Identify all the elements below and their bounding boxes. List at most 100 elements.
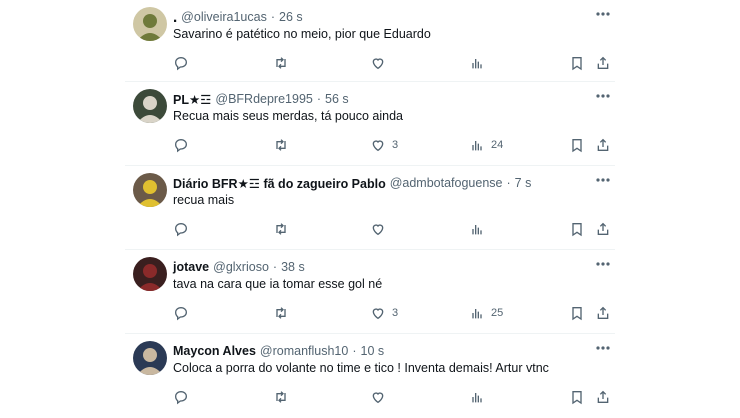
views-button[interactable]	[469, 53, 491, 73]
bookmark-icon	[572, 139, 582, 153]
like-icon	[372, 392, 384, 404]
action-bar	[173, 219, 615, 239]
retweet-button[interactable]	[273, 387, 289, 407]
views-count: 24	[491, 139, 504, 151]
avatar-image	[133, 89, 167, 123]
share-button[interactable]	[595, 303, 611, 323]
tweet-header: PL★☲ @BFRdepre1995 · 56 s	[173, 90, 585, 108]
bookmark-icon	[572, 391, 582, 405]
tweet-header: Maycon Alves @romanflush10 · 10 s	[173, 342, 585, 360]
avatar[interactable]	[133, 257, 167, 291]
bookmark-icon	[572, 223, 582, 237]
avatar-image	[133, 257, 167, 291]
like-button[interactable]	[370, 387, 392, 407]
timestamp[interactable]: 38 s	[281, 260, 305, 274]
retweet-button[interactable]	[273, 53, 289, 73]
bookmark-button[interactable]	[569, 303, 585, 323]
like-count: 3	[392, 307, 399, 319]
views-icon	[472, 59, 482, 69]
handle[interactable]: @romanflush10	[260, 344, 348, 358]
more-options-button[interactable]	[593, 6, 613, 22]
views-button[interactable]	[469, 219, 491, 239]
share-icon	[597, 222, 609, 235]
action-bar	[173, 387, 615, 407]
views-button[interactable]: 25	[469, 303, 503, 323]
display-name[interactable]: jotave	[173, 260, 209, 274]
reply-button[interactable]	[173, 53, 189, 73]
like-button[interactable]: 3	[370, 303, 398, 323]
retweet-icon	[276, 391, 286, 403]
like-icon	[372, 140, 384, 152]
reply-button[interactable]	[173, 135, 189, 155]
views-icon	[472, 225, 482, 235]
timestamp[interactable]: 26 s	[279, 10, 303, 24]
like-icon	[372, 58, 384, 70]
avatar[interactable]	[133, 173, 167, 207]
bookmark-button[interactable]	[569, 53, 585, 73]
display-name[interactable]: Diário BFR★☲ fã do zagueiro Pablo	[173, 176, 386, 191]
more-icon	[596, 262, 610, 266]
tweet[interactable]: jotave @glxrioso · 38 s tava na cara que…	[125, 250, 615, 334]
handle[interactable]: @BFRdepre1995	[215, 92, 312, 106]
like-button[interactable]	[370, 53, 392, 73]
separator-dot: ·	[270, 10, 275, 24]
reply-button[interactable]	[173, 303, 189, 323]
avatar[interactable]	[133, 341, 167, 375]
avatar[interactable]	[133, 7, 167, 41]
display-name[interactable]: PL★☲	[173, 92, 211, 107]
more-options-button[interactable]	[593, 256, 613, 272]
separator-dot: ·	[506, 176, 511, 190]
more-options-button[interactable]	[593, 340, 613, 356]
avatar-image	[133, 341, 167, 375]
like-button[interactable]	[370, 219, 392, 239]
tweet-header: ․ @oliveira1ucas · 26 s	[173, 8, 585, 26]
views-icon	[472, 141, 482, 151]
bookmark-button[interactable]	[569, 135, 585, 155]
views-button[interactable]	[469, 387, 491, 407]
handle[interactable]: @glxrioso	[213, 260, 269, 274]
share-button[interactable]	[595, 219, 611, 239]
more-options-button[interactable]	[593, 172, 613, 188]
timestamp[interactable]: 10 s	[361, 344, 385, 358]
bookmark-icon	[572, 57, 582, 71]
like-count: 3	[392, 139, 399, 151]
tweet-header: Diário BFR★☲ fã do zagueiro Pablo @admbo…	[173, 174, 585, 192]
share-button[interactable]	[595, 53, 611, 73]
reply-button[interactable]	[173, 387, 189, 407]
tweet[interactable]: Diário BFR★☲ fã do zagueiro Pablo @admbo…	[125, 166, 615, 250]
more-options-button[interactable]	[593, 88, 613, 104]
retweet-button[interactable]	[273, 219, 289, 239]
share-button[interactable]	[595, 387, 611, 407]
display-name[interactable]: Maycon Alves	[173, 344, 256, 358]
timestamp[interactable]: 7 s	[515, 176, 532, 190]
share-button[interactable]	[595, 135, 611, 155]
like-button[interactable]: 3	[370, 135, 398, 155]
avatar[interactable]	[133, 89, 167, 123]
tweet[interactable]: PL★☲ @BFRdepre1995 · 56 s Recua mais seu…	[125, 82, 615, 166]
timestamp[interactable]: 56 s	[325, 92, 349, 106]
tweet[interactable]: ․ @oliveira1ucas · 26 s Savarino é patét…	[125, 0, 615, 84]
share-icon	[597, 138, 609, 151]
handle[interactable]: @oliveira1ucas	[181, 10, 267, 24]
views-button[interactable]: 24	[469, 135, 503, 155]
action-bar: 3 24	[173, 135, 615, 155]
views-icon	[472, 393, 482, 403]
views-count: 25	[491, 307, 504, 319]
display-name[interactable]: ․	[173, 10, 177, 25]
retweet-button[interactable]	[273, 303, 289, 323]
bookmark-icon	[572, 307, 582, 321]
retweet-button[interactable]	[273, 135, 289, 155]
bookmark-button[interactable]	[569, 219, 585, 239]
more-icon	[596, 346, 610, 350]
handle[interactable]: @admbotafoguense	[390, 176, 503, 190]
tweet-text: Coloca a porra do volante no time e tico…	[173, 361, 549, 375]
reply-icon	[174, 306, 188, 321]
avatar-image	[133, 7, 167, 41]
retweet-icon	[276, 307, 286, 319]
bookmark-button[interactable]	[569, 387, 585, 407]
tweet[interactable]: Maycon Alves @romanflush10 · 10 s Coloca…	[125, 334, 615, 418]
reply-button[interactable]	[173, 219, 189, 239]
action-bar	[173, 53, 615, 73]
separator-dot: ·	[316, 92, 322, 106]
more-icon	[596, 94, 610, 98]
